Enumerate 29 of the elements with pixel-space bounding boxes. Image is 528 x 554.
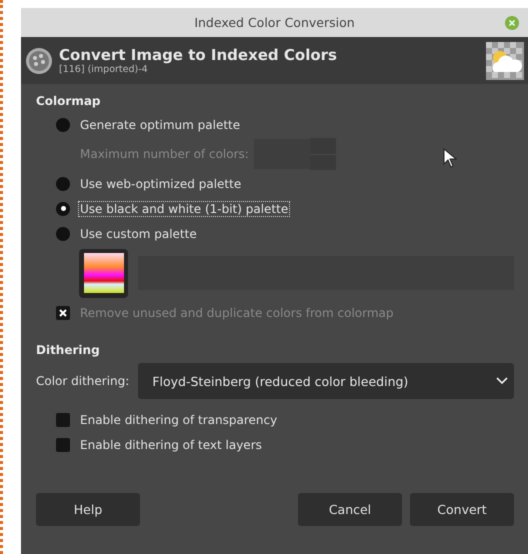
image-name: [116] (imported)-4	[59, 64, 149, 75]
option-label[interactable]: Use web-optimized palette	[79, 176, 242, 190]
dialog-button[interactable]: Help	[36, 493, 140, 526]
mouse-pointer-icon	[443, 148, 457, 168]
field-label: Maximum number of colors:	[79, 147, 250, 161]
checkbox[interactable]	[56, 412, 70, 426]
close-icon[interactable]	[505, 16, 519, 30]
image-thumbnail	[486, 42, 524, 80]
dialog-heading: Convert Image to Indexed Colors	[59, 46, 338, 64]
option-label[interactable]: Use custom palette	[79, 226, 198, 240]
dialog-button[interactable]: Cancel	[298, 493, 402, 526]
section-heading: Colormap	[36, 94, 102, 108]
radio-button[interactable]	[56, 202, 70, 216]
dithering-dropdown[interactable]: Floyd-Steinberg (reduced color bleeding)	[138, 363, 514, 399]
radio-button[interactable]	[56, 176, 70, 190]
palette-icon	[25, 46, 53, 74]
radio-button[interactable]	[56, 226, 70, 240]
chevron-down-icon	[496, 377, 508, 385]
option-label[interactable]: Use black and white (1-bit) palette	[79, 202, 290, 216]
checkbox[interactable]	[56, 438, 70, 452]
palette-swatch[interactable]	[79, 248, 128, 298]
radio-button[interactable]	[56, 118, 70, 132]
window-title: Indexed Color Conversion	[194, 15, 355, 30]
checkbox-label[interactable]: Enable dithering of transparency	[79, 412, 278, 426]
section-heading: Dithering	[36, 343, 101, 357]
field-label: Color dithering:	[36, 374, 130, 388]
dialog-button[interactable]: Convert	[410, 493, 514, 526]
option-label[interactable]: Generate optimum palette	[79, 118, 242, 132]
checkbox-label[interactable]: Enable dithering of text layers	[79, 438, 263, 452]
